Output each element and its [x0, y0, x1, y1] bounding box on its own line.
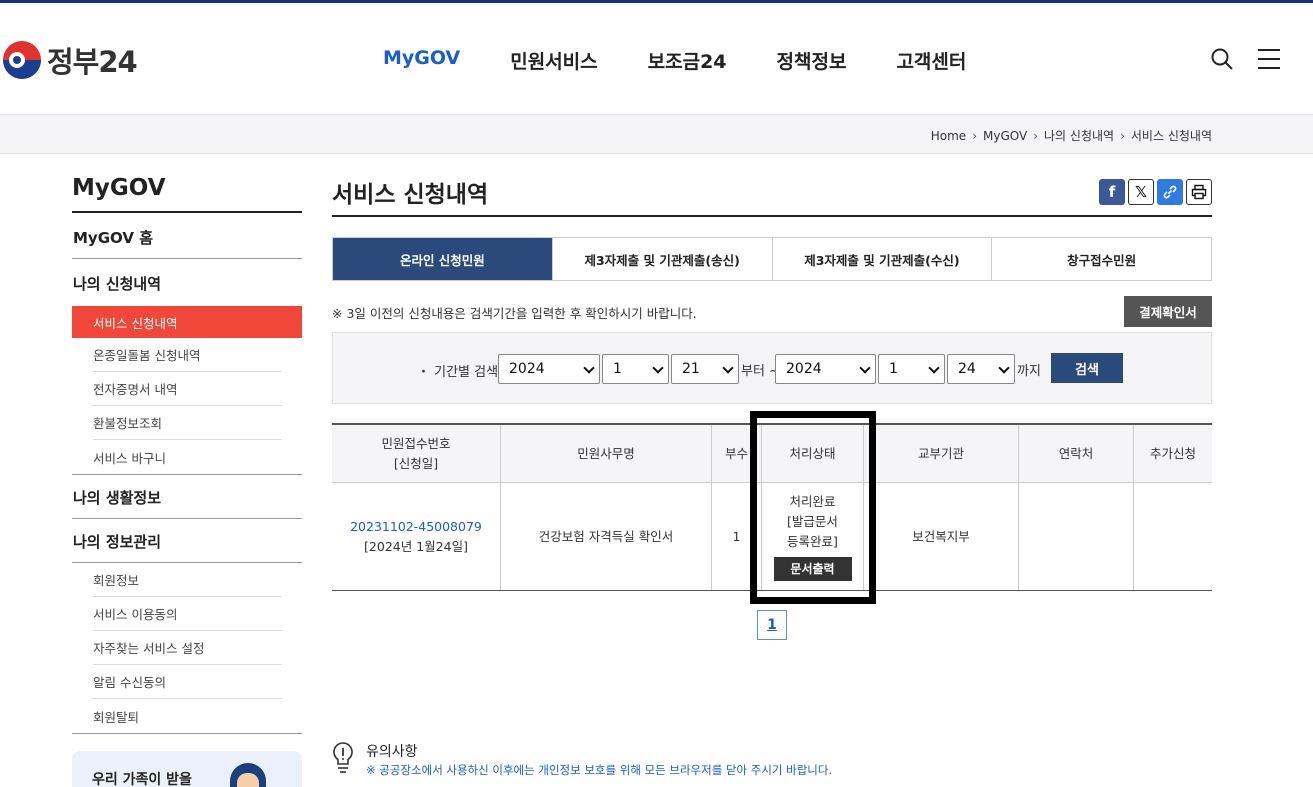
sidebar-section-life-info[interactable]: 나의 생활정보	[72, 475, 302, 519]
tab-counter-application[interactable]: 창구접수민원	[991, 238, 1211, 280]
header-tools	[1210, 47, 1280, 71]
chevron-down-icon	[859, 362, 871, 374]
nav-customer-center[interactable]: 고객센터	[896, 47, 966, 74]
tab-third-party-send[interactable]: 제3자제출 및 기관제출(송신)	[551, 238, 772, 280]
from-year-select[interactable]: 2024	[498, 354, 600, 384]
family-benefit-banner[interactable]: 우리 가족이 받을	[72, 751, 302, 787]
col-service-name: 민원사무명	[500, 425, 711, 482]
logo-text: 정부24	[47, 45, 138, 79]
to-word: 까지	[1017, 364, 1041, 379]
search-icon[interactable]	[1210, 47, 1234, 71]
header-receipt-no: 민원접수번호	[381, 435, 451, 451]
banner-text: 우리 가족이 받을	[92, 772, 192, 787]
notice-text: ※ 공공장소에서 사용하신 이후에는 개인정보 보호를 위해 모든 브라우저를 …	[366, 763, 833, 777]
to-day-select[interactable]: 24	[947, 354, 1015, 384]
payment-confirmation-button[interactable]: 결제확인서	[1124, 296, 1212, 327]
nav-policy-info[interactable]: 정책정보	[777, 47, 847, 74]
sidebar-item-e-certificate[interactable]: 전자증명서 내역	[93, 372, 282, 406]
sidebar-item-refund-info[interactable]: 환불정보조회	[93, 406, 282, 440]
sidebar-title: MyGOV	[72, 175, 302, 213]
chevron-right-icon: ›	[972, 128, 977, 143]
breadcrumb-current: 서비스 신청내역	[1130, 129, 1212, 143]
header-apply-date: [신청일]	[393, 455, 439, 471]
main-content: 서비스 신청내역 f 𝕏 온라인 신청민원 제3자제출 및 기관제출(송신) 제…	[332, 175, 1212, 591]
cell-contact	[1018, 483, 1133, 590]
to-month-select[interactable]: 1	[878, 354, 945, 384]
breadcrumb-bar: Home › MyGOV › 나의 신청내역 › 서비스 신청내역	[0, 114, 1313, 154]
search-label: ・ 기간별 검색	[417, 365, 499, 380]
nav-mygov[interactable]: MyGOV	[383, 47, 460, 74]
nav-subsidy24[interactable]: 보조금24	[648, 47, 727, 74]
sidebar-apply-submenu: 서비스 신청내역 온종일돌봄 신청내역 전자증명서 내역 환불정보조회 서비스 …	[72, 306, 302, 475]
status-highlight-box	[750, 411, 876, 604]
chevron-down-icon	[652, 362, 664, 374]
search-period-note: ※ 3일 이전의 신청내용은 검색기간을 입력한 후 확인하시기 바랍니다.	[332, 306, 697, 321]
from-day-select[interactable]: 21	[671, 354, 739, 384]
breadcrumb-apply-history[interactable]: 나의 신청내역	[1044, 127, 1114, 144]
col-receipt-number: 민원접수번호 [신청일]	[332, 425, 500, 482]
tab-online-application[interactable]: 온라인 신청민원	[333, 238, 552, 280]
sidebar-item-favorite-settings[interactable]: 자주찾는 서비스 설정	[93, 631, 282, 665]
from-month-select[interactable]: 1	[602, 354, 669, 384]
col-contact: 연락처	[1018, 425, 1133, 482]
sidebar-item-service-consent[interactable]: 서비스 이용동의	[93, 597, 282, 631]
sidebar-item-mygov-home[interactable]: MyGOV 홈	[72, 213, 302, 259]
col-extra-request: 추가신청	[1133, 425, 1212, 482]
sidebar-section-apply[interactable]: 나의 신청내역	[72, 259, 302, 306]
site-logo[interactable]: 정부24	[3, 39, 138, 81]
x-twitter-icon[interactable]: 𝕏	[1128, 179, 1154, 205]
chevron-right-icon: ›	[1033, 128, 1039, 143]
hamburger-menu-icon[interactable]	[1258, 49, 1280, 69]
taegeuk-logo-icon	[3, 41, 41, 79]
share-tools: f 𝕏	[1096, 179, 1212, 205]
period-search-box: ・ 기간별 검색 2024 1 21 부터 ~ 2024 1 24 까지 검색	[332, 332, 1212, 404]
sidebar-item-allday-care[interactable]: 온종일돌봄 신청내역	[93, 338, 282, 372]
lightbulb-icon	[333, 742, 353, 773]
apply-date: [2024년 1월24일]	[364, 538, 468, 554]
sidebar-item-notification-consent[interactable]: 알림 수신동의	[93, 665, 282, 699]
sidebar-item-withdraw[interactable]: 회원탈퇴	[93, 699, 282, 733]
link-copy-icon[interactable]	[1157, 179, 1183, 205]
page-title: 서비스 신청내역	[332, 175, 1212, 217]
person-illustration-icon	[230, 763, 266, 787]
search-button[interactable]: 검색	[1051, 353, 1123, 383]
breadcrumb-mygov[interactable]: MyGOV	[983, 129, 1027, 143]
cell-service-name: 건강보험 자격득실 확인서	[500, 483, 711, 590]
col-agency: 교부기관	[863, 425, 1018, 482]
chevron-down-icon	[998, 362, 1010, 374]
chevron-down-icon	[928, 362, 940, 374]
to-year-select[interactable]: 2024	[775, 354, 876, 384]
pagination-page-1[interactable]: 1	[757, 610, 787, 640]
sidebar-item-service-history[interactable]: 서비스 신청내역	[72, 306, 302, 338]
notice-title: 유의사항	[366, 744, 418, 760]
cell-agency: 보건복지부	[863, 483, 1018, 590]
sidebar-item-service-basket[interactable]: 서비스 바구니	[93, 440, 282, 474]
print-icon[interactable]	[1186, 179, 1212, 205]
nav-civil-service[interactable]: 민원서비스	[510, 47, 597, 74]
sidebar: MyGOV MyGOV 홈 나의 신청내역 서비스 신청내역 온종일돌봄 신청내…	[72, 175, 302, 734]
sidebar-section-info-manage[interactable]: 나의 정보관리	[72, 519, 302, 563]
tab-third-party-receive[interactable]: 제3자제출 및 기관제출(수신)	[771, 238, 992, 280]
cell-receipt: 20231102-45008079 [2024년 1월24일]	[332, 483, 500, 590]
chevron-down-icon	[722, 362, 734, 374]
main-nav: MyGOV 민원서비스 보조금24 정책정보 고객센터	[383, 47, 1016, 74]
chevron-down-icon	[583, 362, 595, 374]
breadcrumb-home[interactable]: Home	[931, 129, 966, 143]
sidebar-item-member-info[interactable]: 회원정보	[93, 563, 282, 597]
chevron-right-icon: ›	[1120, 128, 1125, 143]
cell-extra-request	[1133, 483, 1212, 590]
receipt-number-link[interactable]: 20231102-45008079	[350, 517, 482, 537]
sidebar-info-submenu: 회원정보 서비스 이용동의 자주찾는 서비스 설정 알림 수신동의 회원탈퇴	[72, 563, 302, 734]
facebook-icon[interactable]: f	[1099, 179, 1125, 205]
site-header: 정부24 MyGOV 민원서비스 보조금24 정책정보 고객센터	[0, 3, 1313, 114]
service-tabs: 온라인 신청민원 제3자제출 및 기관제출(송신) 제3자제출 및 기관제출(수…	[332, 237, 1212, 281]
breadcrumb: Home › MyGOV › 나의 신청내역 › 서비스 신청내역	[931, 127, 1212, 144]
